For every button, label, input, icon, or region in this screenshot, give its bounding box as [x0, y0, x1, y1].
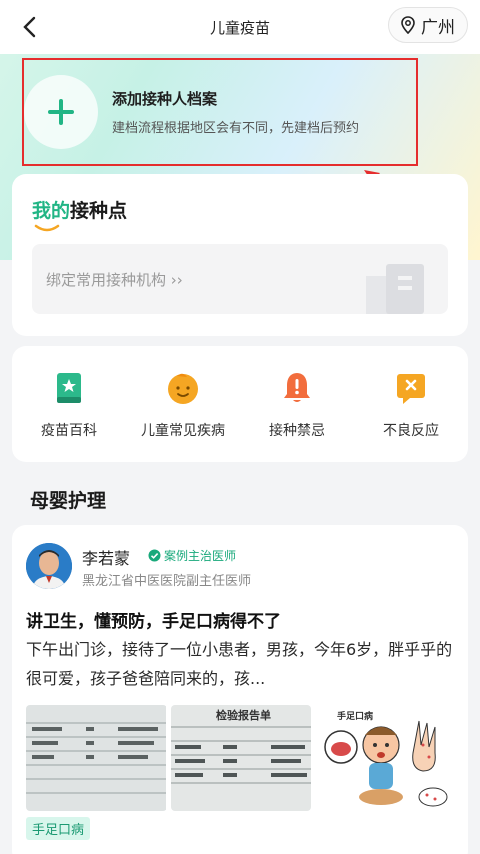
article-card[interactable]: 李若蒙 案例主治医师 黑龙江省中医医院副主任医师 讲卫生，懂预防，手足口病得不了… — [12, 525, 468, 854]
verified-check-icon — [148, 549, 161, 562]
top-nav-bar: 儿童疫苗 广州 — [0, 0, 480, 54]
book-icon — [57, 373, 81, 403]
article-tag[interactable]: 手足口病 — [26, 817, 91, 840]
my-points-title: 我的接种点 — [32, 200, 128, 222]
svg-text:检验报告单: 检验报告单 — [216, 708, 271, 722]
svg-text:手足口病: 手足口病 — [337, 710, 373, 722]
building-icon — [366, 264, 424, 314]
bell-alert-icon — [284, 373, 310, 402]
warning-chat-icon — [397, 374, 425, 404]
author-hospital-title: 黑龙江省中医医院副主任医师 — [82, 574, 252, 589]
article-image-lab-report-1[interactable] — [26, 705, 167, 811]
article-title[interactable]: 讲卫生，懂预防，手足口病得不了 — [26, 607, 281, 632]
bind-institution-button[interactable]: 绑定常用接种机构 ›› — [32, 244, 448, 314]
bind-institution-label: 绑定常用接种机构 ›› — [46, 270, 183, 289]
add-profile-title: 添加接种人档案 — [112, 90, 218, 108]
location-selector[interactable]: 广州 — [388, 7, 468, 43]
add-profile-subtitle: 建档流程根据地区会有不同，先建档后预约 — [112, 121, 360, 136]
author-avatar[interactable] — [26, 543, 72, 589]
category-grid: 疫苗百科 儿童常见疾病 接种禁忌 不良反应 — [12, 346, 468, 462]
location-pin-icon — [401, 16, 415, 34]
article-image-lab-report-2[interactable]: 检验报告单 — [170, 705, 312, 811]
smile-underline-icon — [34, 224, 60, 232]
section-title-maternal-care: 母婴护理 — [30, 490, 107, 512]
add-profile-card[interactable]: 添加接种人档案 建档流程根据地区会有不同，先建档后预约 — [22, 58, 418, 166]
doctor-badge: 案例主治医师 — [148, 547, 236, 564]
doctor-avatar-icon — [26, 543, 72, 589]
article-excerpt: 下午出门诊，接待了一位小患者，男孩，今年6岁，胖乎乎的很可爱，孩子爸爸陪同来的，… — [26, 640, 453, 688]
my-vaccination-points-card: 我的接种点 绑定常用接种机构 ›› — [12, 174, 468, 336]
category-adverse-reactions[interactable]: 不良反应 — [354, 370, 468, 440]
add-profile-button[interactable] — [24, 75, 98, 149]
back-button[interactable] — [14, 12, 44, 42]
location-label: 广州 — [421, 17, 455, 38]
category-childhood-diseases[interactable]: 儿童常见疾病 — [126, 370, 240, 440]
category-vaccination-contraindications[interactable]: 接种禁忌 — [240, 370, 354, 440]
author-name[interactable]: 李若蒙 — [82, 545, 130, 569]
chevron-left-icon — [23, 16, 36, 38]
plus-icon — [48, 99, 74, 125]
article-image-hfmd-illustration[interactable]: 手足口病 — [315, 705, 456, 811]
category-vaccine-encyclopedia[interactable]: 疫苗百科 — [12, 370, 126, 440]
baby-face-icon — [168, 373, 198, 404]
article-image-row: 检验报告单 手足口病 — [26, 705, 456, 811]
page-title: 儿童疫苗 — [209, 18, 270, 37]
